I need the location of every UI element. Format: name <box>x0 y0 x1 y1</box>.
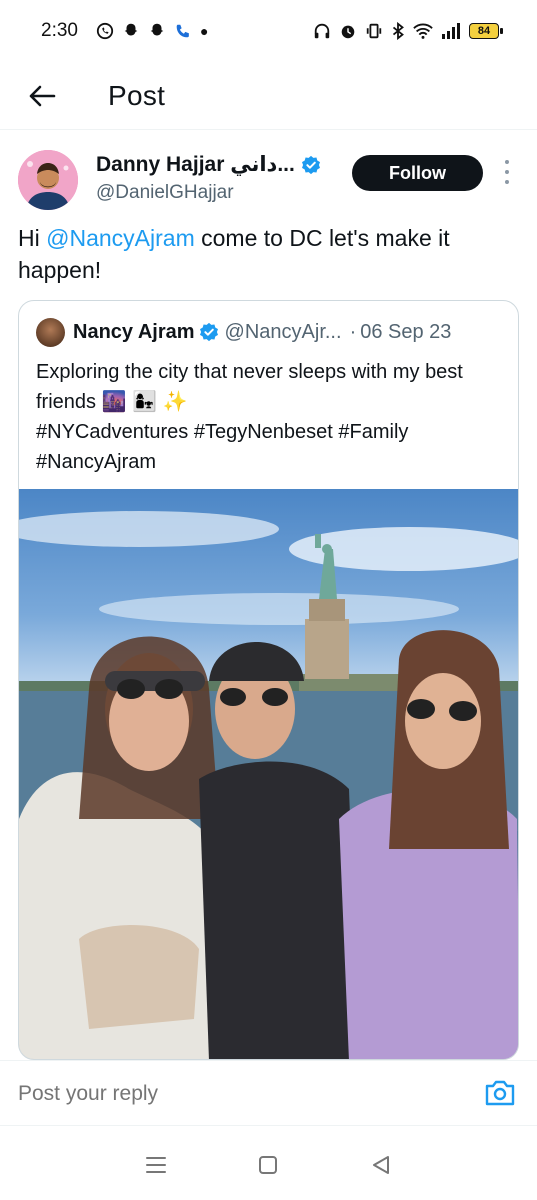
author-name: Danny Hajjar داني... <box>96 153 295 176</box>
quoted-author-avatar <box>36 317 65 347</box>
mention-link[interactable]: @NancyAjram <box>46 225 195 251</box>
quoted-text-line-3: #NancyAjram <box>36 451 157 473</box>
quoted-author-name: Nancy Ajram <box>73 320 195 343</box>
post-text: Hi @NancyAjram come to DC let's make it … <box>18 222 518 286</box>
author-name-row[interactable]: Danny Hajjar داني... <box>96 152 321 177</box>
battery-icon: 84 <box>469 23 503 39</box>
page-title: Post <box>108 79 166 111</box>
verified-badge-icon <box>199 322 218 342</box>
separator-dot: · <box>349 320 357 343</box>
arrow-left-icon <box>29 85 56 106</box>
bluetooth-icon <box>392 22 404 40</box>
quoted-text-line-2: #NYCadventures #TegyNenbeset #Family <box>36 421 409 443</box>
follow-button[interactable]: Follow <box>352 155 483 191</box>
more-notifications-dot-icon: ● <box>199 23 209 39</box>
more-options-icon[interactable] <box>502 160 512 184</box>
author-handle[interactable]: @DanielGHajjar <box>96 182 234 204</box>
verified-badge-icon <box>301 155 320 174</box>
system-nav-bar <box>0 1130 537 1200</box>
whatsapp-icon <box>96 22 114 40</box>
quoted-post-text: Exploring the city that never sleeps wit… <box>36 357 506 477</box>
photo-illustration <box>19 511 518 1059</box>
phone-call-icon <box>176 24 189 38</box>
vibrate-icon <box>366 23 382 39</box>
quoted-post-header: Nancy Ajram @NancyAjr... · 06 Sep 23 <box>36 317 502 347</box>
reply-input[interactable] <box>18 1079 448 1109</box>
signal-icon <box>442 23 460 39</box>
snapchat-icon <box>124 23 138 36</box>
camera-icon <box>485 1080 515 1106</box>
author-avatar[interactable] <box>18 150 78 210</box>
post-text-prefix: Hi <box>18 225 47 251</box>
wifi-icon <box>413 23 433 39</box>
notification-icons: ● <box>96 22 208 40</box>
quoted-post-photo[interactable] <box>19 489 518 1059</box>
alarm-icon <box>341 25 355 39</box>
snapchat-icon-2 <box>150 23 164 36</box>
system-icons: 84 <box>313 22 503 40</box>
post-header: Danny Hajjar داني... @DanielGHajjar Foll… <box>0 130 537 220</box>
quoted-post-date: 06 Sep 23 <box>360 320 452 343</box>
home-square-icon <box>259 1156 278 1174</box>
status-bar: 2:30 ● 84 <box>0 0 537 62</box>
app-header: Post <box>0 62 537 130</box>
menu-lines-icon <box>146 1157 167 1173</box>
quoted-post[interactable]: Nancy Ajram @NancyAjr... · 06 Sep 23 Exp… <box>18 300 519 1060</box>
back-nav-button[interactable] <box>368 1153 394 1177</box>
camera-button[interactable] <box>484 1079 518 1109</box>
recent-apps-button[interactable] <box>143 1153 169 1177</box>
home-button[interactable] <box>255 1153 281 1177</box>
quoted-author-handle: @NancyAjr... <box>224 320 342 343</box>
reply-bar <box>0 1060 537 1126</box>
quoted-text-line-1: Exploring the city that never sleeps wit… <box>36 361 463 413</box>
headphones-icon <box>314 23 330 39</box>
avatar-illustration <box>18 150 78 210</box>
back-triangle-icon <box>372 1156 389 1174</box>
post: Danny Hajjar داني... @DanielGHajjar Foll… <box>0 130 537 1060</box>
status-time: 2:30 <box>41 20 78 41</box>
back-button[interactable] <box>20 74 64 118</box>
